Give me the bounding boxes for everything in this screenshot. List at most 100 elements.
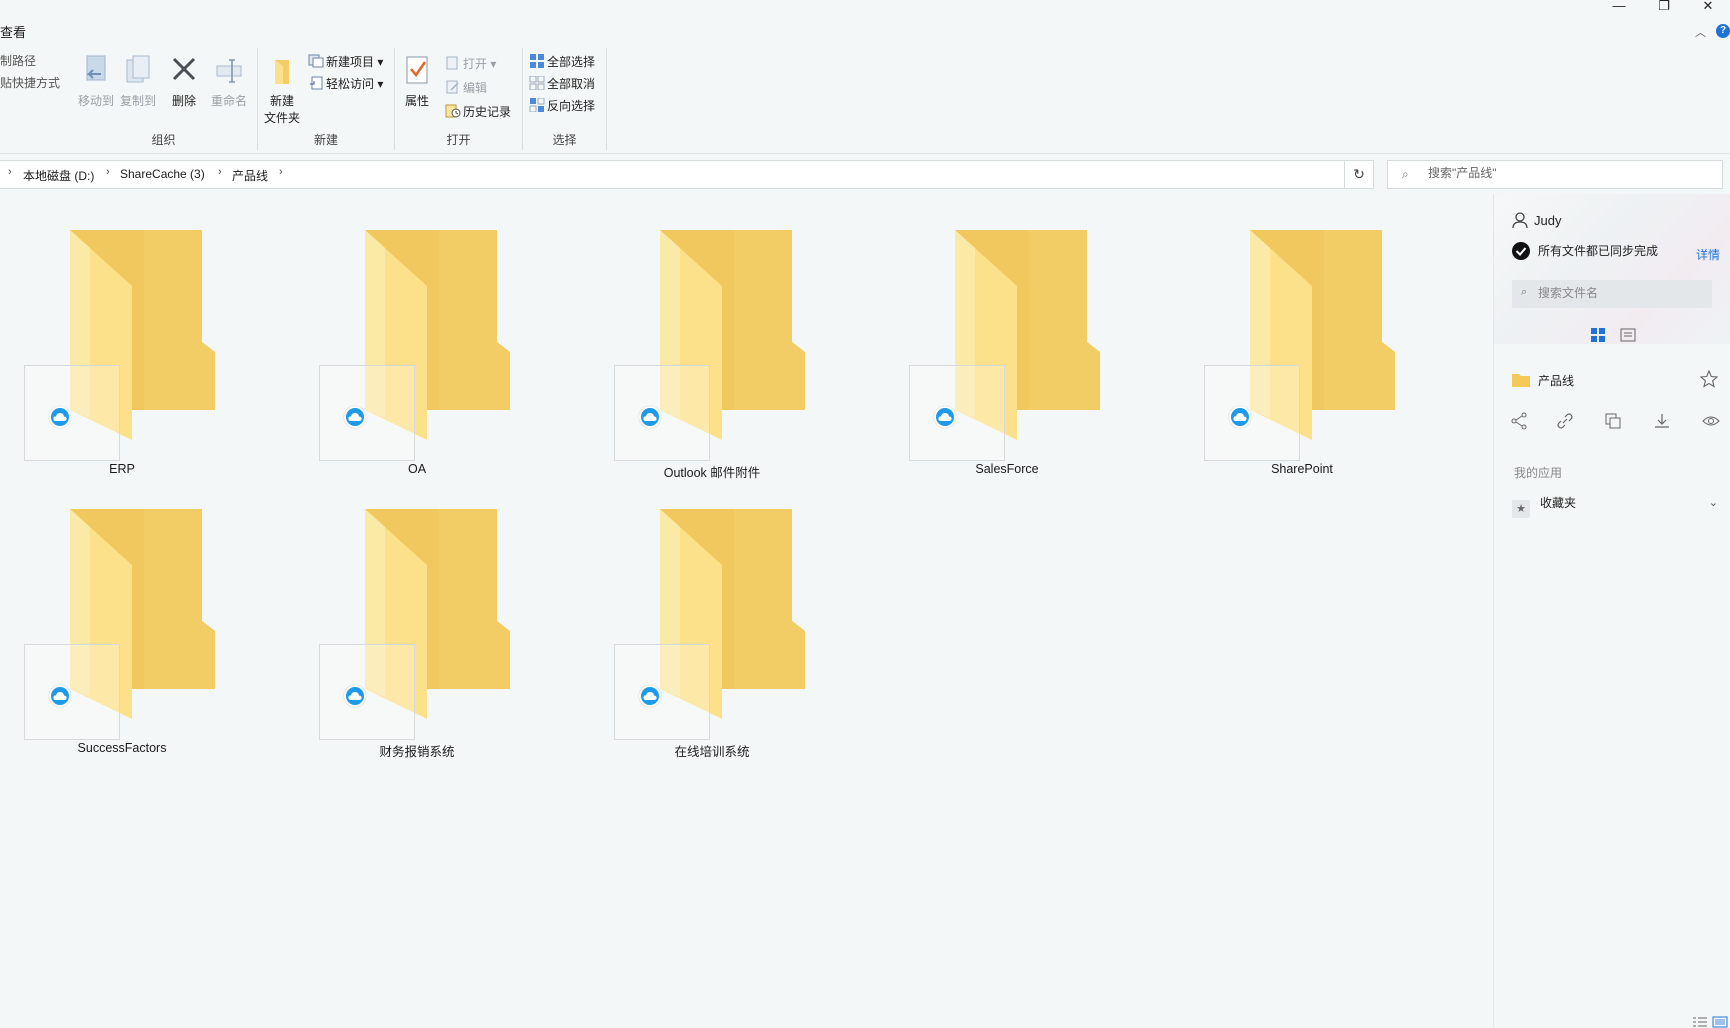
select-none-button[interactable]: 全部取消 (529, 74, 595, 94)
organize-group: 移动到 复制到 删除 重命名 组织 (70, 48, 258, 150)
download-icon[interactable] (1653, 412, 1671, 430)
easy-access-button[interactable]: 轻松访问 ▾ (308, 74, 383, 94)
thumbnail-frame (1204, 365, 1300, 461)
copy-path-button[interactable]: 制路径 (0, 52, 36, 69)
select-all-label: 全部选择 (547, 55, 596, 69)
current-folder-name: 产品线 (1538, 374, 1575, 388)
folder-item[interactable]: 在线培训系统 (592, 471, 832, 759)
delete-icon (172, 57, 196, 81)
easy-access-icon (310, 76, 323, 90)
invert-selection-icon (529, 98, 545, 112)
details-view-icon[interactable] (1692, 1016, 1708, 1028)
star-icon[interactable] (1700, 370, 1718, 388)
cloud-sync-icon (934, 406, 956, 428)
search-input[interactable] (1428, 166, 1708, 180)
folder-item[interactable]: SalesForce (887, 192, 1127, 476)
chevron-right-icon: › (106, 166, 110, 178)
breadcrumb-product-line[interactable]: 产品线 (232, 167, 268, 184)
large-icons-view-icon[interactable] (1712, 1016, 1728, 1028)
grid-view-icon[interactable] (1589, 326, 1607, 344)
copy-to-button[interactable]: 复制到 (118, 54, 158, 109)
favorites-item[interactable]: ★ 收藏夹 (1512, 494, 1576, 518)
edit-icon (446, 80, 459, 94)
folder-icon (1512, 374, 1530, 387)
chevron-down-icon[interactable]: ⌄ (1709, 496, 1718, 509)
refresh-icon: ↻ (1353, 166, 1365, 182)
help-icon[interactable]: ? (1716, 24, 1730, 38)
breadcrumb-sharecache[interactable]: ShareCache (3) (120, 167, 205, 181)
restore-button[interactable]: ❐ (1642, 0, 1686, 14)
delete-label: 删除 (171, 94, 196, 108)
details-link[interactable]: 详情 (1696, 246, 1720, 263)
paste-shortcut-button[interactable]: 贴快捷方式 (0, 74, 60, 91)
sync-status: 所有文件都已同步完成 (1512, 242, 1658, 260)
edit-label: 编辑 (463, 81, 488, 95)
collapse-ribbon-icon[interactable]: ︿ (1695, 24, 1706, 40)
favorites-label: 收藏夹 (1540, 496, 1577, 510)
select-none-label: 全部取消 (547, 77, 596, 91)
chevron-right-icon[interactable]: › (279, 166, 283, 178)
copy-icon[interactable] (1604, 412, 1622, 430)
folder-item[interactable]: OA (297, 192, 537, 476)
thumbnail-frame (614, 365, 710, 461)
folder-name: SalesForce (975, 462, 1039, 476)
search-box[interactable]: ⌕ (1387, 160, 1723, 189)
history-icon (445, 104, 461, 118)
new-folder-button[interactable]: 新建 文件夹 (262, 54, 302, 126)
search-icon: ⌕ (1521, 286, 1528, 298)
share-icon[interactable] (1510, 412, 1528, 430)
properties-button[interactable]: 属性 (399, 54, 435, 109)
rename-button[interactable]: 重命名 (208, 54, 250, 109)
delete-button[interactable]: 删除 (166, 54, 202, 109)
folder-name: 财务报销系统 (379, 745, 455, 759)
eye-icon[interactable] (1702, 412, 1720, 430)
address-bar[interactable]: › 本地磁盘 (D:) › ShareCache (3) › 产品线 › ⌄ (0, 160, 1372, 189)
folder-name: 在线培训系统 (674, 745, 750, 759)
folder-actions (1510, 412, 1720, 432)
thumbnail-frame (319, 644, 415, 740)
panel-search-input[interactable] (1538, 286, 1703, 300)
cloud-sync-icon (344, 685, 366, 707)
invert-selection-button[interactable]: 反向选择 (529, 96, 595, 116)
history-button[interactable]: 历史记录 (445, 102, 511, 122)
folder-name: SharePoint (1271, 462, 1333, 476)
folder-item[interactable]: 财务报销系统 (297, 471, 537, 759)
move-to-label: 移动到 (77, 94, 114, 108)
move-to-icon (86, 55, 106, 81)
folder-item[interactable]: SharePoint (1182, 192, 1422, 476)
new-folder-label-2: 文件夹 (263, 111, 300, 125)
select-all-button[interactable]: 全部选择 (529, 52, 595, 72)
folder-item[interactable]: Outlook 邮件附件 (592, 192, 832, 480)
minimize-button[interactable]: — (1597, 0, 1641, 14)
breadcrumb-local-disk[interactable]: 本地磁盘 (D:) (23, 167, 94, 184)
folder-item[interactable]: ERP (2, 192, 242, 476)
my-apps-section-label: 我的应用 (1514, 466, 1563, 480)
panel-search-box[interactable]: ⌕ (1512, 280, 1712, 308)
open-button[interactable]: 打开 ▾ (445, 54, 496, 74)
move-to-button[interactable]: 移动到 (76, 54, 116, 109)
window-title: 查看 (0, 25, 27, 40)
search-icon: ⌕ (1402, 167, 1409, 181)
cloud-sync-icon (639, 406, 661, 428)
list-view-icon[interactable] (1619, 326, 1637, 344)
new-item-button[interactable]: 新建项目 ▾ (308, 52, 383, 72)
title-bar: 查看 — ❐ ✕ ︿ ? (0, 0, 1730, 44)
rename-icon (216, 59, 242, 83)
new-item-label: 新建项目 (326, 55, 375, 69)
open-icon (446, 56, 458, 70)
open-label: 打开 (463, 57, 488, 71)
cloud-sync-icon (1229, 406, 1251, 428)
user-info[interactable]: Judy (1512, 212, 1561, 228)
new-folder-label-1: 新建 (269, 94, 294, 108)
refresh-button[interactable]: ↻ (1344, 160, 1374, 189)
file-list: ERP OA Outlook 邮件附件 SalesForce SharePoin… (0, 192, 1492, 1028)
sync-status-text: 所有文件都已同步完成 (1538, 244, 1659, 258)
organize-group-label: 组织 (151, 133, 176, 147)
folder-item[interactable]: SuccessFactors (2, 471, 242, 755)
link-icon[interactable] (1556, 412, 1574, 430)
thumbnail-frame (319, 365, 415, 461)
edit-button[interactable]: 编辑 (445, 78, 487, 98)
select-all-icon (530, 54, 544, 68)
copy-to-icon (126, 55, 150, 83)
close-button[interactable]: ✕ (1686, 0, 1730, 14)
